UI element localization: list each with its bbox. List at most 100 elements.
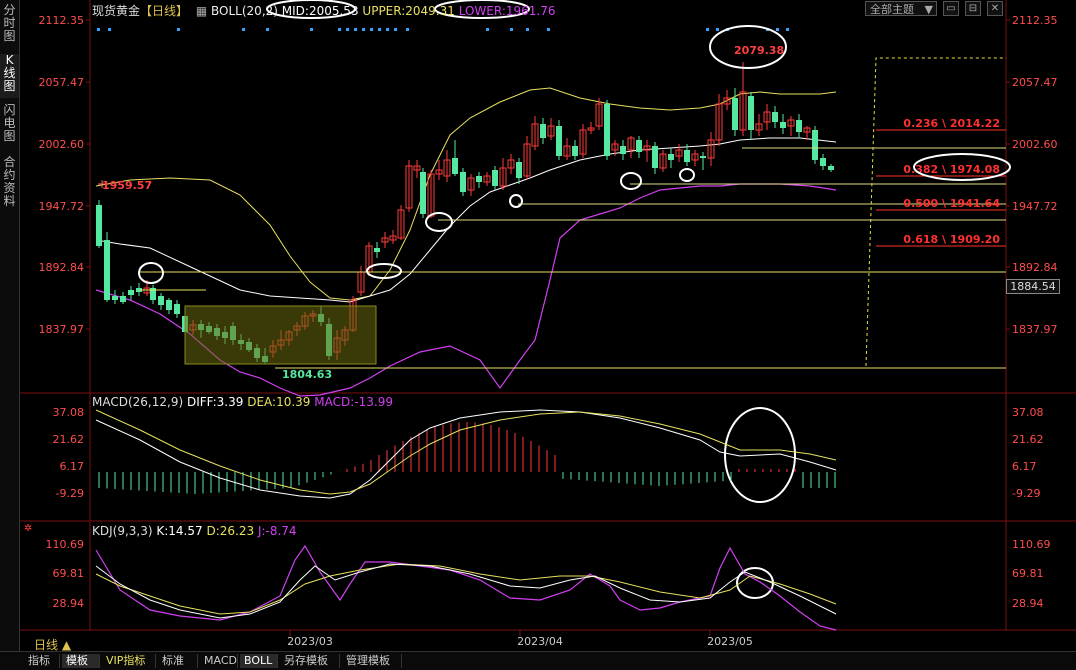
candle-body-down	[796, 120, 802, 132]
minimize-button[interactable]: ⊟	[965, 1, 981, 16]
event-marker	[526, 28, 529, 31]
price-axis-label-right: 2057.47	[1012, 76, 1058, 89]
fib-projection-dashed	[865, 57, 1006, 367]
current-price-box: 1884.54	[1006, 279, 1060, 294]
event-marker	[706, 28, 709, 31]
event-marker	[776, 28, 779, 31]
kdj-axis-label-right: 28.94	[1012, 597, 1044, 610]
event-marker	[108, 28, 111, 31]
event-marker	[338, 28, 341, 31]
sidebar-tab-contract-info[interactable]: 合约资料	[0, 156, 19, 212]
candle-body-down	[174, 304, 180, 314]
candle-body-down	[158, 296, 164, 305]
event-marker	[346, 28, 349, 31]
candle-body-down	[460, 172, 466, 192]
candle-body-down	[636, 140, 642, 152]
kdj-axis-label-left: 110.69	[46, 538, 85, 551]
fib-level-label: 0.618 \ 1909.20	[903, 233, 1000, 246]
instrument-title: 现货黄金	[92, 4, 141, 18]
kline-chart[interactable]: 0.236 \ 2014.22 0.382 \ 1974.08 0.500 \ 19…	[20, 0, 1076, 651]
price-axis-label-left: 2057.47	[39, 76, 85, 89]
candle-body-down	[620, 146, 626, 154]
macd-axis-label-left: -9.29	[56, 487, 84, 500]
sidebar-tab-lightning[interactable]: 闪电图	[0, 104, 19, 148]
bottom-tab-vip-indicator[interactable]: VIP指标	[102, 654, 156, 668]
bottom-tab-indicator[interactable]: 指标	[24, 654, 60, 668]
candle-body-down	[96, 205, 102, 246]
kdj-settings-icon[interactable]: ✲	[24, 523, 32, 534]
macd-header: MACD(26,12,9) DIFF:3.39 DEA:10.39 MACD:-…	[92, 395, 393, 409]
bottom-tab-template[interactable]: 模板	[62, 654, 100, 668]
event-marker	[394, 28, 397, 31]
restore-button[interactable]: ▭	[943, 1, 959, 16]
candle-body-down	[452, 158, 458, 174]
candle-body-down	[128, 290, 134, 295]
fib-level-label: 0.236 \ 2014.22	[903, 117, 1000, 130]
kdj-d-line	[95, 563, 837, 615]
candle-body-down	[104, 240, 110, 300]
kdj-k: K:14.57	[156, 524, 203, 538]
kdj-j-line	[95, 544, 837, 631]
event-marker	[716, 28, 719, 31]
macd-axis-label-left: 37.08	[53, 406, 85, 419]
candle-body-down	[780, 122, 786, 128]
macd-axis-label-right: 6.17	[1012, 460, 1037, 473]
candle-body-down	[540, 124, 546, 138]
candle-body-down	[700, 156, 706, 158]
boll-upper: UPPER:2049.31	[362, 4, 455, 18]
sidebar-tab-kline[interactable]: K线图	[0, 54, 19, 98]
candle-body-down	[476, 176, 482, 182]
high-price-label: 2079.38	[734, 44, 784, 57]
highlight-ellipse	[425, 212, 453, 232]
event-marker	[786, 28, 789, 31]
event-marker	[242, 28, 245, 31]
sidebar-tab-label: 合约资料	[3, 155, 16, 208]
bottom-tab-boll[interactable]: BOLL	[240, 654, 278, 668]
time-axis-label: 2023/03	[287, 635, 333, 648]
macd-axis-label-right: 37.08	[1012, 406, 1044, 419]
macd-axis-label-left: 21.62	[53, 433, 85, 446]
bottom-tab-manage-template[interactable]: 管理模板	[342, 654, 402, 668]
bottom-tab-macd[interactable]: MACD	[200, 654, 238, 668]
event-marker	[370, 28, 373, 31]
event-marker	[378, 28, 381, 31]
bottom-tab-standard[interactable]: 标准	[158, 654, 198, 668]
event-marker	[97, 28, 100, 31]
event-marker	[362, 28, 365, 31]
event-marker	[510, 28, 513, 31]
event-marker	[547, 28, 550, 31]
price-axis-label-left: 1837.97	[39, 323, 85, 336]
event-marker	[177, 28, 180, 31]
boll-label: BOLL(20,2)	[211, 4, 278, 18]
theme-select[interactable]: 全部主题 ▼	[865, 1, 937, 16]
candle-body-down	[820, 158, 826, 166]
sidebar-tab-label: 分时图	[3, 3, 16, 43]
price-axis-label-left: 1892.84	[39, 261, 85, 274]
event-marker	[266, 28, 269, 31]
candle-body-down	[112, 296, 118, 300]
candle-body-down	[604, 104, 610, 156]
close-button[interactable]: ✕	[987, 1, 1003, 16]
fib-level-label: 0.382 \ 1974.08	[903, 163, 1000, 176]
kdj-d: D:26.23	[206, 524, 255, 538]
highlight-ellipse	[679, 168, 695, 182]
consolidation-box	[184, 305, 377, 365]
bottom-tab-save-template[interactable]: 另存模板	[280, 654, 340, 668]
annotation-overlays: 0.236 \ 2014.22 0.382 \ 1974.08 0.500 \ 19…	[97, 0, 1011, 599]
kdj-axis-label-left: 28.94	[53, 597, 85, 610]
candle-body-down	[516, 162, 522, 178]
macd-label: MACD(26,12,9)	[92, 395, 184, 409]
sidebar-tab-label: K线图	[3, 53, 16, 93]
event-marker	[386, 28, 389, 31]
period-tag: 【日线】	[140, 4, 189, 18]
price-axis-label-left: 2002.60	[39, 138, 85, 151]
kdj-axis-label-right: 69.81	[1012, 567, 1044, 580]
chart-header: 现货黄金【日线】 ▦ BOLL(20,2) MID:2005.53 UPPER:…	[92, 2, 556, 19]
sidebar-tab-timeshare[interactable]: 分时图	[0, 4, 19, 44]
price-axis-label-right: 1947.72	[1012, 200, 1058, 213]
left-price-label: 1959.57	[102, 179, 152, 192]
price-axis-label-left: 2112.35	[39, 14, 85, 27]
low-price-label: 1804.63	[282, 368, 332, 381]
sidebar-tab-label: 闪电图	[3, 103, 16, 143]
kdj-header: KDJ(9,3,3) K:14.57 D:26.23 J:-8.74	[92, 524, 297, 538]
